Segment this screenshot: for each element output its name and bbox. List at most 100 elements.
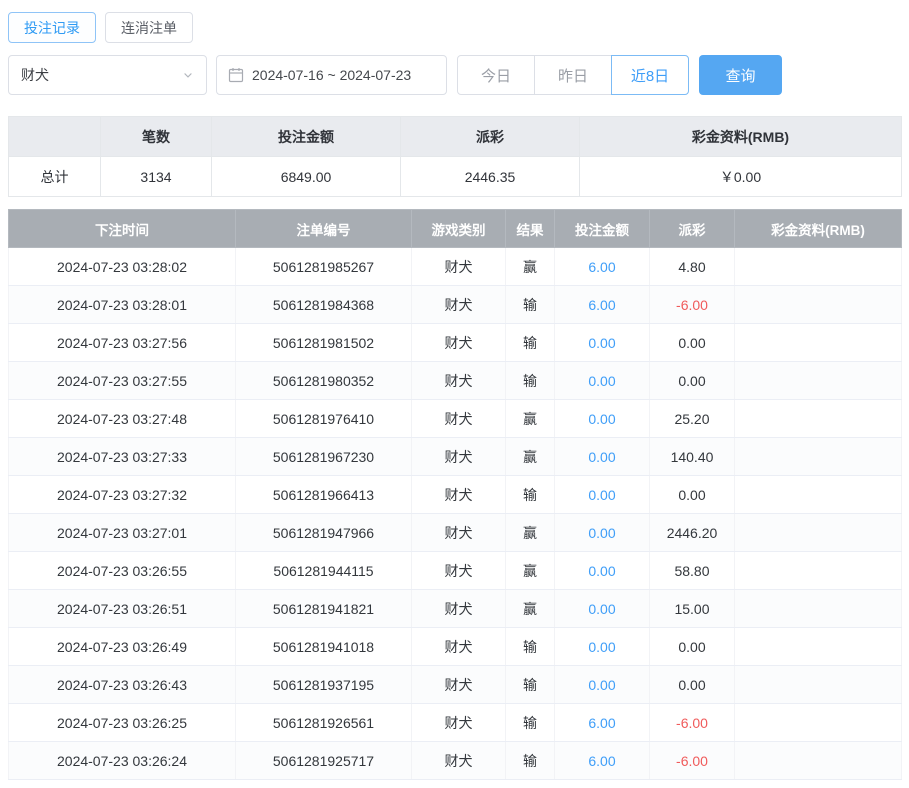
order-id-cell: 5061281981502 [236, 324, 412, 362]
game-type-cell: 财犬 [412, 590, 506, 628]
summary-total-count: 3134 [101, 157, 212, 197]
bet-time-cell: 2024-07-23 03:26:25 [9, 704, 236, 742]
payout-cell: 0.00 [650, 666, 735, 704]
payout-cell: 0.00 [650, 324, 735, 362]
summary-total-payout: 2446.35 [401, 157, 580, 197]
result-cell: 输 [506, 742, 555, 780]
result-cell: 输 [506, 286, 555, 324]
bet-amount-link[interactable]: 6.00 [588, 259, 615, 275]
table-row: 2024-07-23 03:26:51 5061281941821 财犬 赢 0… [9, 590, 902, 628]
bonus-cell [735, 362, 902, 400]
order-id-cell: 5061281937195 [236, 666, 412, 704]
summary-total-bet-amount: 6849.00 [212, 157, 401, 197]
summary-total-row: 总计 3134 6849.00 2446.35 ￥0.00 [9, 157, 902, 197]
bet-amount-cell: 0.00 [555, 514, 650, 552]
header-game-type: 游戏类别 [412, 210, 506, 248]
yesterday-button[interactable]: 昨日 [534, 55, 612, 95]
date-range-picker[interactable]: 2024-07-16 ~ 2024-07-23 [216, 55, 447, 95]
result-cell: 输 [506, 476, 555, 514]
last-8-days-button[interactable]: 近8日 [611, 55, 689, 95]
bonus-cell [735, 438, 902, 476]
bet-time-cell: 2024-07-23 03:26:24 [9, 742, 236, 780]
query-button[interactable]: 查询 [699, 55, 782, 95]
quick-range-group: 今日 昨日 近8日 [457, 55, 689, 95]
bet-amount-link[interactable]: 0.00 [588, 411, 615, 427]
table-row: 2024-07-23 03:27:48 5061281976410 财犬 赢 0… [9, 400, 902, 438]
bet-amount-link[interactable]: 0.00 [588, 525, 615, 541]
game-type-cell: 财犬 [412, 248, 506, 286]
bet-amount-link[interactable]: 0.00 [588, 677, 615, 693]
bet-time-cell: 2024-07-23 03:27:48 [9, 400, 236, 438]
game-select-value: 财犬 [21, 65, 49, 85]
bet-time-cell: 2024-07-23 03:26:55 [9, 552, 236, 590]
result-cell: 输 [506, 628, 555, 666]
summary-header-count: 笔数 [101, 117, 212, 157]
bet-amount-cell: 0.00 [555, 324, 650, 362]
order-id-cell: 5061281967230 [236, 438, 412, 476]
table-row: 2024-07-23 03:27:55 5061281980352 财犬 输 0… [9, 362, 902, 400]
order-id-cell: 5061281941821 [236, 590, 412, 628]
game-type-cell: 财犬 [412, 704, 506, 742]
bet-amount-link[interactable]: 6.00 [588, 753, 615, 769]
filter-bar: 财犬 2024-07-16 ~ 2024-07-23 今日 昨日 近8 [8, 55, 901, 95]
payout-cell: 0.00 [650, 476, 735, 514]
bonus-cell [735, 248, 902, 286]
bet-amount-link[interactable]: 6.00 [588, 715, 615, 731]
payout-cell: 25.20 [650, 400, 735, 438]
table-row: 2024-07-23 03:26:49 5061281941018 财犬 输 0… [9, 628, 902, 666]
game-type-cell: 财犬 [412, 628, 506, 666]
result-cell: 赢 [506, 248, 555, 286]
bet-time-cell: 2024-07-23 03:28:02 [9, 248, 236, 286]
table-row: 2024-07-23 03:28:01 5061281984368 财犬 输 6… [9, 286, 902, 324]
bet-amount-cell: 0.00 [555, 476, 650, 514]
bet-amount-link[interactable]: 6.00 [588, 297, 615, 313]
today-button[interactable]: 今日 [457, 55, 535, 95]
date-range-value: 2024-07-16 ~ 2024-07-23 [252, 67, 411, 83]
table-header-row: 下注时间 注单编号 游戏类别 结果 投注金额 派彩 彩金资料(RMB) [9, 210, 902, 248]
order-id-cell: 5061281980352 [236, 362, 412, 400]
bet-amount-link[interactable]: 0.00 [588, 639, 615, 655]
bet-time-cell: 2024-07-23 03:28:01 [9, 286, 236, 324]
header-bet-time: 下注时间 [9, 210, 236, 248]
bet-amount-link[interactable]: 0.00 [588, 601, 615, 617]
game-type-cell: 财犬 [412, 324, 506, 362]
bet-time-cell: 2024-07-23 03:27:56 [9, 324, 236, 362]
game-select[interactable]: 财犬 [8, 55, 207, 95]
game-type-cell: 财犬 [412, 666, 506, 704]
payout-cell: -6.00 [650, 742, 735, 780]
payout-cell: -6.00 [650, 286, 735, 324]
bonus-cell [735, 286, 902, 324]
bonus-cell [735, 704, 902, 742]
payout-cell: 140.40 [650, 438, 735, 476]
header-result: 结果 [506, 210, 555, 248]
order-id-cell: 5061281941018 [236, 628, 412, 666]
bet-amount-link[interactable]: 0.00 [588, 449, 615, 465]
tab-cancelled-orders[interactable]: 连消注单 [105, 12, 193, 43]
bet-amount-cell: 0.00 [555, 552, 650, 590]
order-id-cell: 5061281985267 [236, 248, 412, 286]
tab-bet-records[interactable]: 投注记录 [8, 12, 96, 43]
result-cell: 赢 [506, 590, 555, 628]
payout-cell: 4.80 [650, 248, 735, 286]
summary-total-label: 总计 [9, 157, 101, 197]
bet-amount-cell: 0.00 [555, 362, 650, 400]
header-order-id: 注单编号 [236, 210, 412, 248]
bet-amount-link[interactable]: 0.00 [588, 487, 615, 503]
result-cell: 输 [506, 666, 555, 704]
bonus-cell [735, 324, 902, 362]
bet-amount-cell: 6.00 [555, 704, 650, 742]
bet-amount-cell: 0.00 [555, 666, 650, 704]
bet-amount-link[interactable]: 0.00 [588, 335, 615, 351]
summary-header-bet-amount: 投注金额 [212, 117, 401, 157]
bet-records-table: 下注时间 注单编号 游戏类别 结果 投注金额 派彩 彩金资料(RMB) 2024… [8, 209, 902, 780]
bonus-cell [735, 742, 902, 780]
bet-amount-cell: 0.00 [555, 438, 650, 476]
bet-amount-link[interactable]: 0.00 [588, 563, 615, 579]
header-bet-amount: 投注金额 [555, 210, 650, 248]
table-row: 2024-07-23 03:26:55 5061281944115 财犬 赢 0… [9, 552, 902, 590]
bonus-cell [735, 628, 902, 666]
result-cell: 赢 [506, 552, 555, 590]
bet-amount-link[interactable]: 0.00 [588, 373, 615, 389]
order-id-cell: 5061281966413 [236, 476, 412, 514]
bet-time-cell: 2024-07-23 03:27:55 [9, 362, 236, 400]
